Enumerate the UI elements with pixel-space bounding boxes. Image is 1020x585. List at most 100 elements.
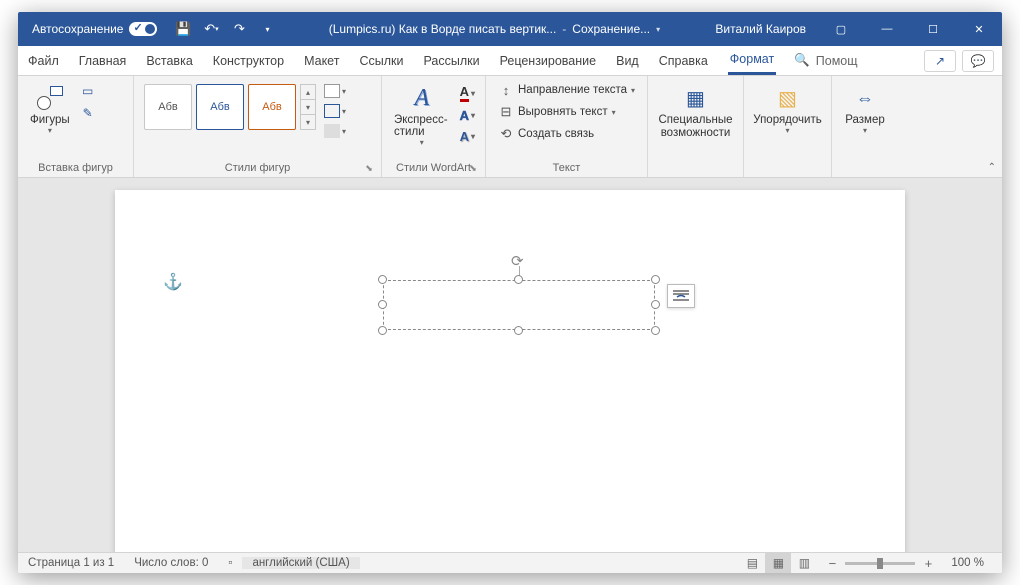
tell-me-search[interactable]: 🔍 Помощ bbox=[794, 46, 857, 75]
zoom-out-button[interactable]: − bbox=[825, 556, 839, 571]
save-icon[interactable]: 💾 bbox=[171, 17, 195, 41]
print-layout-icon[interactable]: ▦ bbox=[765, 553, 791, 574]
autosave-toggle[interactable]: ✓ bbox=[129, 22, 157, 36]
style-preset-2[interactable]: Абв bbox=[196, 84, 244, 130]
shapes-button[interactable]: Фигуры ▾ bbox=[24, 78, 76, 139]
tab-design[interactable]: Конструктор bbox=[203, 46, 294, 75]
create-link-button[interactable]: ⟲Создать связь bbox=[494, 124, 639, 144]
undo-icon[interactable]: ↶▾ bbox=[199, 17, 223, 41]
anchor-icon[interactable]: ⚓ bbox=[163, 272, 183, 292]
titlebar: Автосохранение ✓ 💾 ↶▾ ↷ ▾ (Lumpics.ru) К… bbox=[18, 12, 1002, 46]
resize-handle[interactable] bbox=[378, 275, 387, 284]
tab-format[interactable]: Формат bbox=[718, 46, 786, 75]
text-fill-button[interactable]: A▾ bbox=[458, 82, 477, 104]
comment-icon: 💬 bbox=[971, 54, 986, 68]
qat-customize-icon[interactable]: ▾ bbox=[255, 17, 279, 41]
resize-handle[interactable] bbox=[378, 326, 387, 335]
close-icon[interactable]: ✕ bbox=[956, 12, 1002, 46]
shape-outline-button[interactable]: ▾ bbox=[322, 102, 348, 120]
save-status: Сохранение... bbox=[572, 22, 650, 36]
gallery-more-icon[interactable]: ▾ bbox=[301, 115, 315, 129]
size-button[interactable]: ⇔ Размер ▾ bbox=[839, 78, 891, 139]
ribbon-tabs: Файл Главная Вставка Конструктор Макет С… bbox=[18, 46, 1002, 76]
redo-icon[interactable]: ↷ bbox=[227, 17, 251, 41]
tab-review[interactable]: Рецензирование bbox=[490, 46, 607, 75]
quick-styles-button[interactable]: A Экспресс-стили ▾ bbox=[388, 78, 456, 151]
accessibility-icon: ▦ bbox=[680, 82, 712, 114]
window-controls: ▢ — ☐ ✕ bbox=[818, 12, 1002, 46]
zoom-controls: − + 100 % bbox=[817, 556, 1002, 571]
tab-layout[interactable]: Макет bbox=[294, 46, 349, 75]
statusbar: Страница 1 из 1 Число слов: 0 ▫ английск… bbox=[18, 552, 1002, 573]
resize-handle[interactable] bbox=[651, 326, 660, 335]
text-fill-icon: A bbox=[460, 84, 469, 102]
page[interactable]: ⚓ ⟳ bbox=[115, 190, 905, 552]
style-preset-1[interactable]: Абв bbox=[144, 84, 192, 130]
group-label-text: Текст bbox=[492, 159, 641, 177]
tab-insert[interactable]: Вставка bbox=[136, 46, 202, 75]
text-effects-button[interactable]: A▾ bbox=[458, 127, 477, 146]
tab-mailings[interactable]: Рассылки bbox=[413, 46, 489, 75]
autosave-section: Автосохранение ✓ bbox=[18, 22, 165, 36]
group-label-styles: Стили фигур⬊ bbox=[140, 159, 375, 177]
share-button[interactable]: ↗ bbox=[924, 50, 956, 72]
group-label-wordart: Стили WordArt⬊ bbox=[388, 159, 479, 177]
outline-icon bbox=[324, 104, 340, 118]
resize-handle[interactable] bbox=[514, 326, 523, 335]
page-number[interactable]: Страница 1 из 1 bbox=[18, 557, 124, 569]
group-insert-shapes: Фигуры ▾ ▭ ✎ Вставка фигур bbox=[18, 76, 134, 177]
dialog-launcher-icon[interactable]: ⬊ bbox=[467, 163, 479, 175]
text-outline-button[interactable]: A▾ bbox=[458, 106, 477, 125]
tab-help[interactable]: Справка bbox=[649, 46, 718, 75]
shape-effects-button[interactable]: ▾ bbox=[322, 122, 348, 140]
zoom-level[interactable]: 100 % bbox=[941, 557, 994, 569]
edit-shape-icon[interactable]: ✎ bbox=[78, 104, 98, 122]
align-text-icon: ⊟ bbox=[498, 104, 514, 120]
resize-handle[interactable] bbox=[378, 300, 387, 309]
size-icon: ⇔ bbox=[849, 82, 881, 114]
alt-text-button[interactable]: ▦ Специальные возможности bbox=[652, 78, 738, 143]
shapes-icon bbox=[37, 86, 63, 110]
document-title: (Lumpics.ru) Как в Ворде писать вертик..… bbox=[285, 22, 703, 36]
group-size: ⇔ Размер ▾ bbox=[832, 76, 898, 177]
text-direction-button[interactable]: ↕Направление текста▾ bbox=[494, 80, 639, 100]
gallery-up-icon[interactable]: ▴ bbox=[301, 85, 315, 100]
tab-view[interactable]: Вид bbox=[606, 46, 649, 75]
word-window: Автосохранение ✓ 💾 ↶▾ ↷ ▾ (Lumpics.ru) К… bbox=[18, 12, 1002, 573]
resize-handle[interactable] bbox=[651, 275, 660, 284]
comments-button[interactable]: 💬 bbox=[962, 50, 994, 72]
document-area: ⚓ ⟳ bbox=[18, 178, 1002, 552]
user-name[interactable]: Виталий Каиров bbox=[703, 22, 818, 36]
word-count[interactable]: Число слов: 0 bbox=[124, 557, 218, 569]
web-layout-icon[interactable]: ▥ bbox=[791, 553, 817, 574]
ribbon-display-icon[interactable]: ▢ bbox=[818, 12, 864, 46]
shape-styles-gallery: Абв Абв Абв ▴ ▾ ▾ bbox=[140, 78, 320, 136]
arrange-icon: ▧ bbox=[772, 82, 804, 114]
group-text: ↕Направление текста▾ ⊟Выровнять текст▾ ⟲… bbox=[486, 76, 648, 177]
zoom-in-button[interactable]: + bbox=[921, 556, 935, 571]
maximize-icon[interactable]: ☐ bbox=[910, 12, 956, 46]
style-preset-3[interactable]: Абв bbox=[248, 84, 296, 130]
text-box-shape[interactable]: ⟳ bbox=[383, 280, 655, 330]
align-text-button[interactable]: ⊟Выровнять текст▾ bbox=[494, 102, 639, 122]
language-indicator[interactable]: английский (США) bbox=[242, 557, 359, 569]
spellcheck-icon[interactable]: ▫ bbox=[218, 557, 242, 569]
tab-file[interactable]: Файл bbox=[18, 46, 69, 75]
focus-mode-icon[interactable]: ▤ bbox=[739, 553, 765, 574]
shape-fill-button[interactable]: ▾ bbox=[322, 82, 348, 100]
group-arrange: ▧ Упорядочить ▾ bbox=[744, 76, 832, 177]
draw-textbox-icon[interactable]: ▭ bbox=[78, 82, 98, 100]
minimize-icon[interactable]: — bbox=[864, 12, 910, 46]
resize-handle[interactable] bbox=[514, 275, 523, 284]
resize-handle[interactable] bbox=[651, 300, 660, 309]
dialog-launcher-icon[interactable]: ⬊ bbox=[363, 163, 375, 175]
tab-home[interactable]: Главная bbox=[69, 46, 137, 75]
gallery-down-icon[interactable]: ▾ bbox=[301, 100, 315, 115]
layout-options-button[interactable] bbox=[667, 284, 695, 308]
arrange-button[interactable]: ▧ Упорядочить ▾ bbox=[747, 78, 827, 139]
tab-references[interactable]: Ссылки bbox=[349, 46, 413, 75]
zoom-slider[interactable] bbox=[845, 562, 915, 565]
effects-icon bbox=[324, 124, 340, 138]
group-wordart-styles: A Экспресс-стили ▾ A▾ A▾ A▾ Стили WordAr… bbox=[382, 76, 486, 177]
collapse-ribbon-icon[interactable]: ⌃ bbox=[988, 162, 996, 173]
